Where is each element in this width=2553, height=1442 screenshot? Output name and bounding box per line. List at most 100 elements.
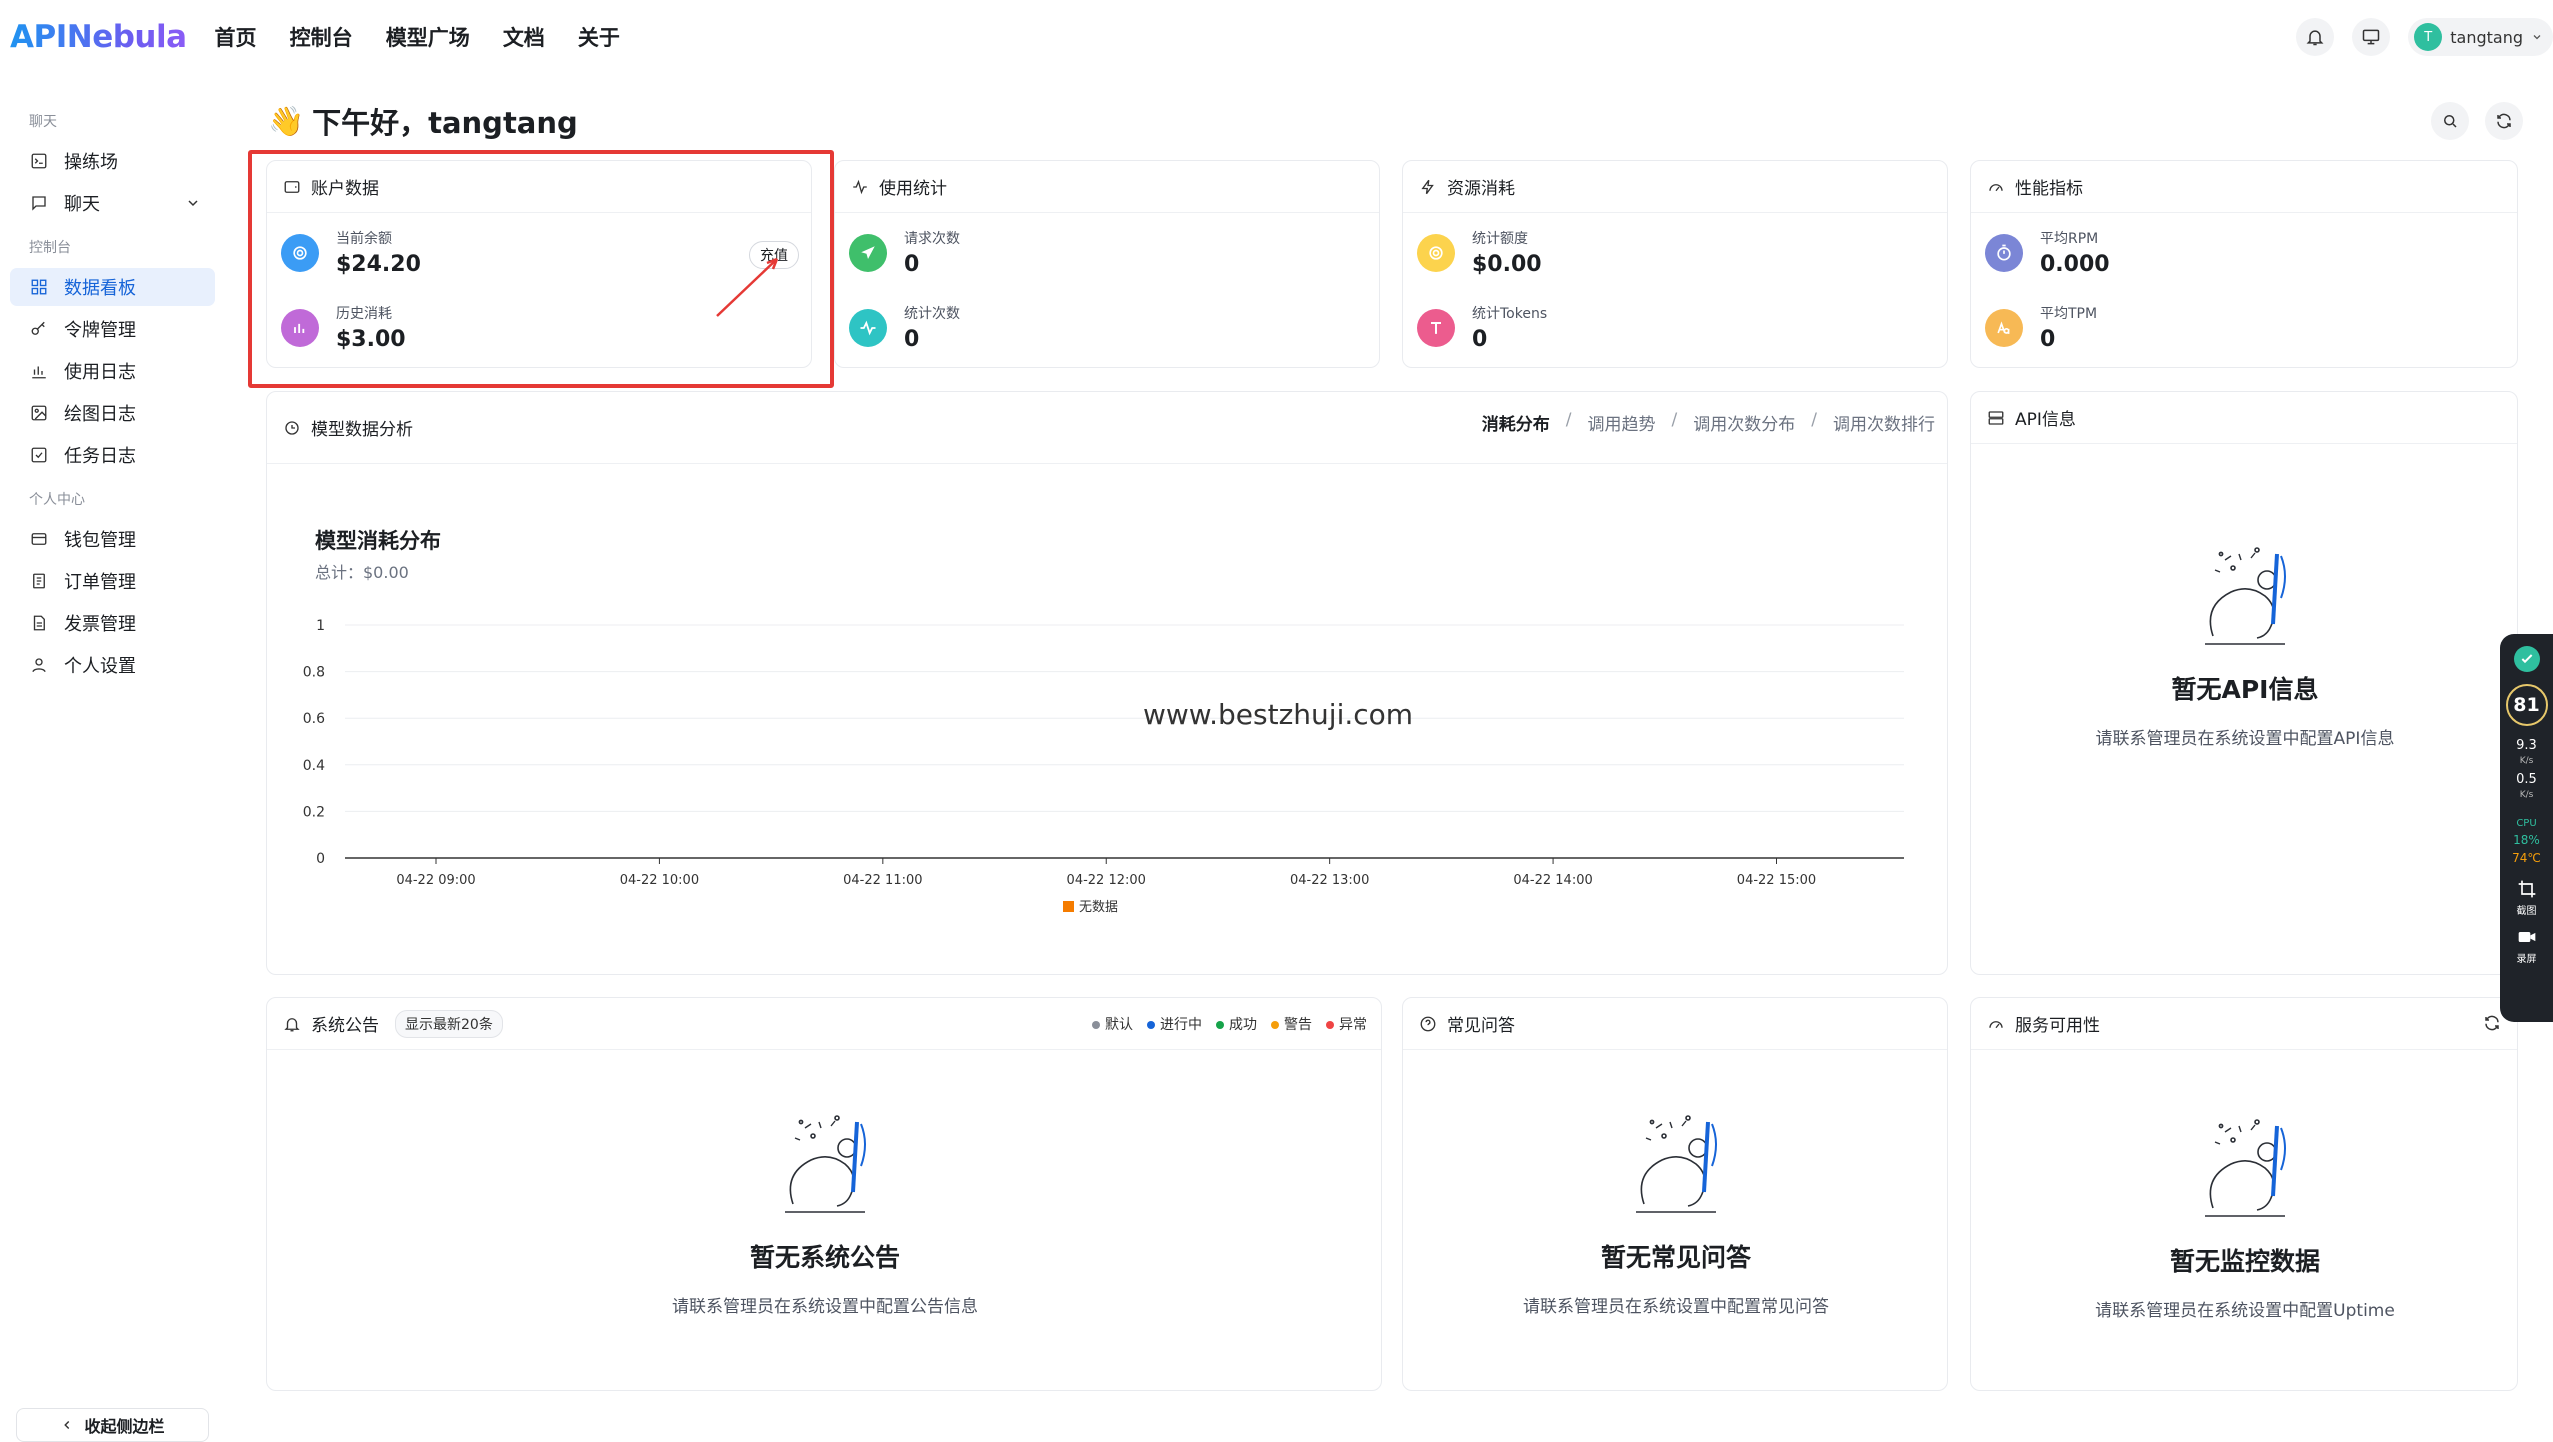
empty-title: 暂无监控数据 bbox=[2169, 1247, 2320, 1276]
sidebar-item-settings[interactable]: 个人设置 bbox=[10, 646, 215, 684]
nav-home[interactable]: 首页 bbox=[215, 26, 257, 50]
model-analysis-card: 模型数据分析 消耗分布 / 调用趋势 / 调用次数分布 / 调用次数排行 模型消… bbox=[266, 391, 1948, 975]
crop-icon bbox=[2518, 880, 2535, 898]
receipt-icon bbox=[33, 573, 45, 589]
resource-card: 资源消耗 统计额度 $0.00 统计Tokens 0 bbox=[1402, 160, 1948, 368]
check-circle-icon bbox=[2513, 646, 2540, 672]
chevron-down-icon[interactable] bbox=[185, 195, 201, 211]
card-title: 性能指标 bbox=[1971, 161, 2517, 213]
bar-chart-icon bbox=[32, 366, 46, 379]
video-icon bbox=[2518, 932, 2535, 942]
health-score: 81 bbox=[2505, 684, 2548, 726]
sidebar-item-label: 任务日志 bbox=[64, 446, 136, 467]
legend-swatch bbox=[1063, 901, 1074, 912]
monitor-icon[interactable] bbox=[2352, 18, 2391, 56]
card-title: API信息 bbox=[1971, 392, 2517, 444]
sidebar-item-chat[interactable]: 聊天 bbox=[10, 184, 215, 222]
header-actions bbox=[2431, 102, 2523, 140]
sidebar-item-tokens[interactable]: 令牌管理 bbox=[10, 310, 215, 348]
pulse-icon bbox=[849, 308, 887, 347]
sidebar-item-label: 订单管理 bbox=[64, 572, 136, 593]
x-tick-label: 04-22 09:00 bbox=[396, 873, 475, 888]
sidebar-item-usage-log[interactable]: 使用日志 bbox=[10, 352, 215, 390]
x-tick-label: 04-22 10:00 bbox=[620, 873, 699, 888]
record-button[interactable]: 录屏 bbox=[2500, 927, 2553, 965]
empty-description: 请联系管理员在系统设置中配置Uptime bbox=[2095, 1301, 2395, 1321]
sidebar-item-label: 个人设置 bbox=[64, 656, 136, 677]
sidebar-item-label: 数据看板 bbox=[64, 278, 136, 299]
app-logo[interactable]: APINebula bbox=[10, 19, 187, 55]
nav-about[interactable]: 关于 bbox=[578, 26, 620, 50]
sidebar-item-task-log[interactable]: 任务日志 bbox=[10, 436, 215, 474]
nav-console[interactable]: 控制台 bbox=[290, 26, 353, 50]
user-menu[interactable]: T tangtang bbox=[2408, 18, 2553, 56]
legend-dot bbox=[1092, 1021, 1100, 1029]
sidebar-item-orders[interactable]: 订单管理 bbox=[10, 562, 215, 600]
faq-card: 常见问答 暂无常见问答 请联系管理员在系统设置中配置常见问答 bbox=[1402, 997, 1948, 1391]
empty-state: 暂无API信息 请联系管理员在系统设置中配置API信息 bbox=[1971, 540, 2519, 749]
empty-illustration bbox=[1971, 1112, 2519, 1232]
server-icon bbox=[1988, 410, 2004, 425]
lightning-icon bbox=[1421, 179, 1434, 194]
x-tick-label: 04-22 11:00 bbox=[843, 873, 922, 888]
y-tick-label: 0.8 bbox=[303, 665, 325, 681]
nav-docs[interactable]: 文档 bbox=[503, 26, 545, 50]
empty-illustration bbox=[1971, 540, 2519, 660]
watermark: www.bestzhuji.com bbox=[1143, 698, 1414, 731]
upload-speed: 9.3 K/s bbox=[2516, 738, 2537, 766]
empty-illustration bbox=[267, 1108, 1383, 1228]
coin-icon bbox=[1417, 233, 1455, 272]
legend-dot bbox=[1147, 1021, 1155, 1029]
sidebar-item-label: 钱包管理 bbox=[64, 530, 136, 551]
sidebar-item-invoices[interactable]: 发票管理 bbox=[10, 604, 215, 642]
wallet-icon bbox=[31, 533, 47, 545]
legend-item: 成功 bbox=[1216, 1014, 1257, 1034]
y-tick-label: 1 bbox=[316, 618, 325, 634]
sidebar-item-wallet[interactable]: 钱包管理 bbox=[10, 520, 215, 558]
x-tick-label: 04-22 14:00 bbox=[1513, 873, 1592, 888]
legend-item: 进行中 bbox=[1147, 1014, 1202, 1034]
empty-title: 暂无系统公告 bbox=[749, 1243, 900, 1272]
question-circle-icon bbox=[1420, 1016, 1436, 1031]
legend-label: 警告 bbox=[1284, 1017, 1312, 1033]
nav-model-square[interactable]: 模型广场 bbox=[386, 26, 470, 50]
empty-description: 请联系管理员在系统设置中配置常见问答 bbox=[1523, 1297, 1829, 1317]
user-name: tangtang bbox=[2450, 27, 2523, 47]
key-icon bbox=[31, 321, 45, 335]
empty-title: 暂无常见问答 bbox=[1600, 1243, 1751, 1272]
download-speed: 0.5 K/s bbox=[2516, 772, 2537, 800]
x-tick-label: 04-22 13:00 bbox=[1290, 873, 1369, 888]
x-tick-label: 04-22 15:00 bbox=[1737, 873, 1816, 888]
search-icon[interactable] bbox=[2431, 102, 2469, 140]
screenshot-button[interactable]: 截图 bbox=[2500, 879, 2553, 917]
legend-dot bbox=[1326, 1021, 1334, 1029]
sidebar-item-label: 聊天 bbox=[64, 194, 100, 215]
sidebar-item-draw-log[interactable]: 绘图日志 bbox=[10, 394, 215, 432]
notification-bell-icon[interactable] bbox=[2296, 18, 2335, 56]
y-tick-label: 0 bbox=[316, 851, 325, 867]
sidebar-item-label: 操练场 bbox=[64, 152, 118, 173]
announcements-card: 系统公告 显示最新20条 默认 进行中 成功 警告 异常 暂无系统公告 请联系管理员在系… bbox=[266, 997, 1382, 1391]
chevron-down-icon bbox=[2533, 35, 2541, 40]
empty-description: 请联系管理员在系统设置中配置API信息 bbox=[2095, 729, 2395, 749]
latest-count-badge: 显示最新20条 bbox=[395, 1009, 503, 1038]
uptime-card: 服务可用性 暂无监控数据 请联系管理员在系统设置中配置Uptime bbox=[1970, 997, 2518, 1391]
sidebar-item-playground[interactable]: 操练场 bbox=[10, 142, 215, 180]
api-info-card: API信息 暂无API信息 请联系管理员在系统设置中配置API信息 bbox=[1970, 391, 2518, 975]
requests-stat: 请求次数 0 bbox=[849, 228, 960, 277]
y-tick-label: 0.6 bbox=[303, 711, 325, 727]
cpu-stats: CPU 18% 74℃ bbox=[2512, 818, 2541, 865]
refresh-icon[interactable] bbox=[2483, 1014, 2501, 1036]
legend-item: 异常 bbox=[1326, 1014, 1367, 1034]
avatar: T bbox=[2414, 23, 2443, 51]
image-icon bbox=[31, 405, 47, 421]
sidebar-item-dashboard[interactable]: 数据看板 bbox=[10, 268, 215, 306]
sidebar-item-label: 令牌管理 bbox=[64, 320, 136, 341]
card-title: 服务可用性 bbox=[1971, 998, 2517, 1050]
collapse-sidebar-button[interactable]: 收起侧边栏 bbox=[16, 1408, 209, 1442]
refresh-icon[interactable] bbox=[2485, 102, 2523, 140]
pulse-icon bbox=[853, 179, 867, 194]
system-monitor-widget[interactable]: 81 9.3 K/s 0.5 K/s CPU 18% 74℃ 截图 录屏 bbox=[2500, 634, 2553, 1022]
empty-state: 暂无系统公告 请联系管理员在系统设置中配置公告信息 bbox=[267, 1108, 1383, 1317]
dashboard-grid-icon bbox=[31, 279, 47, 295]
